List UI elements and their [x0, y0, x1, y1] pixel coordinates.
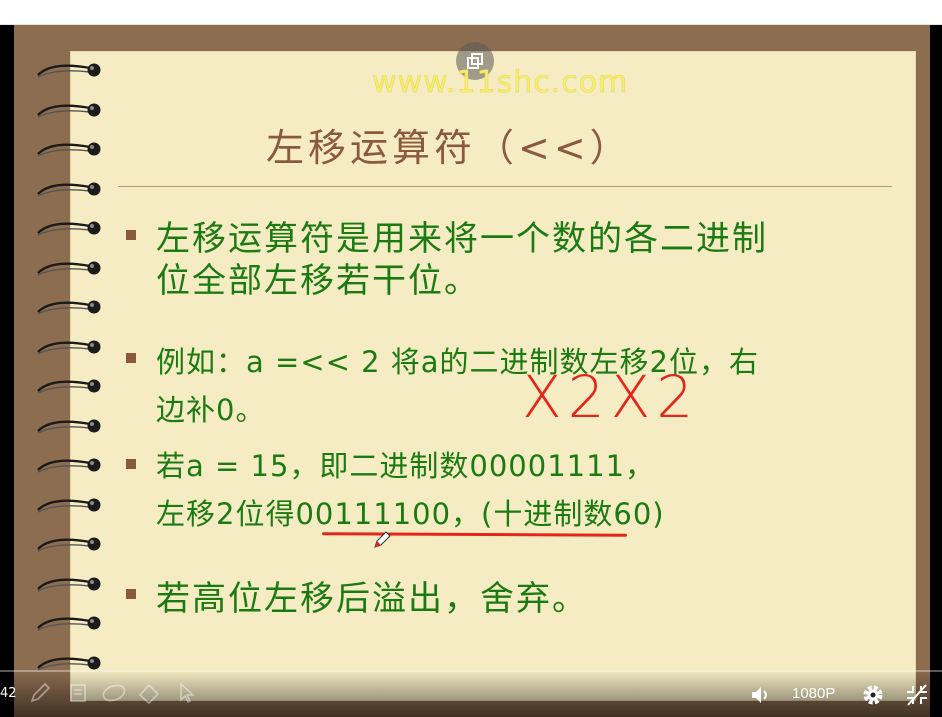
spiral-ring: [32, 178, 112, 200]
quality-button[interactable]: 1080P: [792, 685, 835, 702]
bullet-marker: [126, 230, 136, 240]
spiral-ring: [32, 99, 112, 121]
browser-top-bar: [0, 0, 942, 25]
spiral-ring: [32, 257, 112, 279]
time-display: 42: [0, 686, 17, 701]
spiral-ring: [32, 415, 112, 437]
gear-icon[interactable]: [861, 683, 885, 707]
bullet-4-line-1: 若高位左移后溢出，舍弃。: [156, 579, 588, 619]
bullet-marker: [126, 353, 136, 363]
bullet-2-line-2: 边补0。: [156, 393, 266, 427]
handwritten-annotation: X2X2: [522, 363, 700, 431]
bullet-3-line-2: 左移2位得00111100，(十进制数60): [156, 497, 665, 531]
fullscreen-exit-icon[interactable]: [904, 683, 930, 707]
spiral-ring: [32, 612, 112, 634]
spiral-ring: [32, 375, 112, 397]
spiral-ring: [32, 296, 112, 318]
bullet-marker: [126, 589, 136, 599]
spiral-ring: [32, 494, 112, 516]
pen-icon[interactable]: [28, 681, 52, 705]
spiral-ring: [32, 217, 112, 239]
spiral-ring: [32, 454, 112, 476]
bullet-1-line-2: 位全部左移若干位。: [156, 261, 480, 301]
volume-icon[interactable]: [749, 683, 773, 707]
spiral-ring: [32, 59, 112, 81]
progress-bar[interactable]: [0, 670, 942, 672]
video-player[interactable]: www.11shc.com 左移运算符（<<） 左移运算符是用来将一个数的各二进…: [0, 25, 942, 717]
shape-icon[interactable]: [136, 681, 162, 705]
spiral-ring: [32, 138, 112, 160]
pen-cursor-icon: [374, 531, 391, 548]
highlighter-icon[interactable]: [66, 681, 90, 705]
spiral-binding: [32, 59, 122, 699]
pointer-icon[interactable]: [176, 681, 198, 705]
title-divider: [118, 186, 892, 187]
spiral-ring: [32, 336, 112, 358]
eraser-icon[interactable]: [100, 681, 128, 705]
slide-title: 左移运算符（<<）: [266, 126, 632, 170]
bullet-marker: [126, 459, 136, 469]
slide-watermark: www.11shc.com: [372, 65, 629, 101]
spiral-ring: [32, 573, 112, 595]
bullet-3-line-1: 若a = 15，即二进制数00001111，: [156, 449, 656, 483]
spiral-ring: [32, 533, 112, 555]
